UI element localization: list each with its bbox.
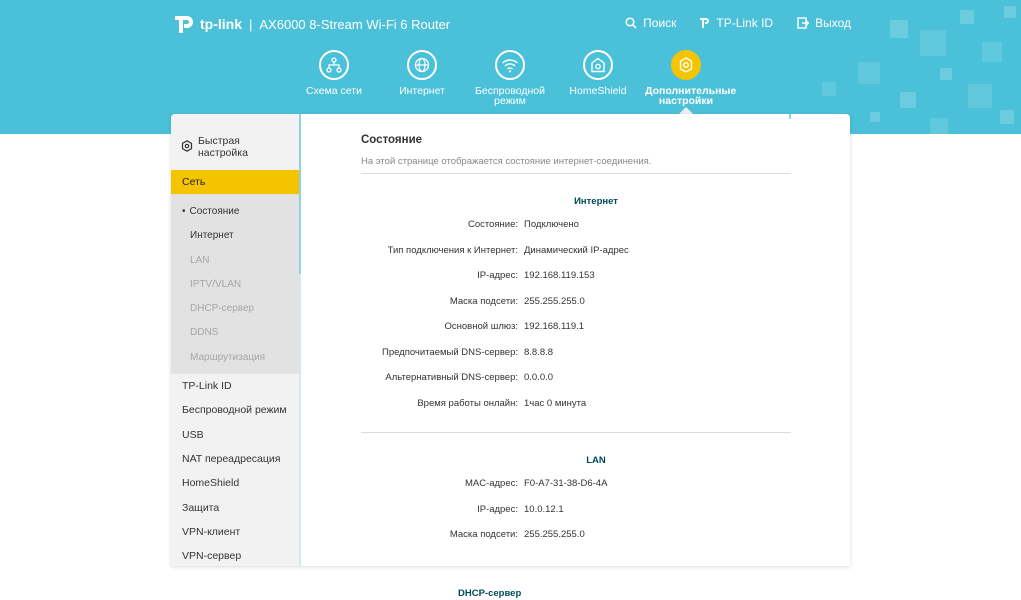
nav-internet[interactable]: Интернет <box>378 50 466 106</box>
sidebar-network-submenu: Состояние Интернет LAN IPTV/VLAN DHCP-се… <box>171 194 299 375</box>
info-value: 255.255.255.0 <box>524 529 585 540</box>
nav-internet-label: Интернет <box>399 85 445 97</box>
wifi-icon <box>495 50 525 80</box>
sidebar-item-security[interactable]: Защита <box>171 496 299 520</box>
search-button[interactable]: Поиск <box>625 16 676 30</box>
info-label: Время работы онлайн: <box>417 397 518 409</box>
page-description: На этой странице отображается состояние … <box>361 156 791 174</box>
info-row: Время работы онлайн: 1час 0 минута <box>361 391 791 417</box>
tplink-id-button[interactable]: TP-Link ID <box>700 16 773 30</box>
info-row: Маска подсети: 255.255.255.0 <box>361 289 791 315</box>
sidebar-item-vpn-client[interactable]: VPN-клиент <box>171 520 299 544</box>
info-row: Основной шлюз: 192.168.119.1 <box>361 314 791 340</box>
info-label: Предпочитаемый DNS-сервер: <box>381 346 518 358</box>
info-row: Маска подсети: 255.255.255.0 <box>361 522 791 548</box>
nav-wireless-label: Беспроводной режим <box>474 85 546 107</box>
main-nav: Схема сети Интернет Беспроводной режим H… <box>290 50 737 107</box>
nav-advanced[interactable]: Дополнительные настройки <box>642 50 737 107</box>
status-content: Состояние На этой странице отображается … <box>361 114 791 548</box>
section-divider <box>361 432 791 433</box>
sidebar-item-quick-setup[interactable]: Быстрая настройка <box>171 124 299 170</box>
internet-section-title: Интернет <box>574 196 618 207</box>
nav-network-map-label: Схема сети <box>306 85 362 97</box>
sidebar-subitem-status[interactable]: Состояние <box>171 200 299 224</box>
sidebar-item-wireless[interactable]: Беспроводной режим <box>171 398 299 422</box>
info-label: Состояние: <box>467 219 518 230</box>
info-value: 192.168.119.1 <box>524 321 585 332</box>
quick-setup-icon <box>181 139 193 155</box>
content-scrollbar-thumb[interactable] <box>789 114 791 119</box>
tplink-logo: tp-link | AX6000 8-Stream Wi-Fi 6 Router <box>172 12 450 36</box>
sidebar-item-network[interactable]: Сеть <box>171 170 299 194</box>
info-row: Состояние: Подключено <box>361 212 791 238</box>
logout-icon <box>797 17 810 29</box>
router-model: AX6000 8-Stream Wi-Fi 6 Router <box>259 16 451 32</box>
info-value: 0.0.0.0 <box>524 372 554 383</box>
logout-label: Выход <box>815 16 851 30</box>
tplink-id-label: TP-Link ID <box>716 16 774 30</box>
logout-button[interactable]: Выход <box>797 16 851 30</box>
internet-info-list: Состояние: Подключено Тип подключения к И… <box>361 212 791 416</box>
sidebar-item-vpn-server[interactable]: VPN-сервер <box>171 544 299 566</box>
tplink-logo-icon <box>172 12 196 36</box>
page-title: Состояние <box>361 134 423 146</box>
network-map-icon <box>319 50 349 80</box>
nav-network-map[interactable]: Схема сети <box>290 50 378 106</box>
info-value: 255.255.255.0 <box>524 295 585 307</box>
info-label: Маска подсети: <box>449 529 518 540</box>
nav-homeshield-label: HomeShield <box>569 85 627 97</box>
sidebar-subitem-internet[interactable]: Интернет <box>171 224 299 248</box>
nav-advanced-label: Дополнительные настройки <box>645 85 737 107</box>
info-label: IP-адрес: <box>477 503 518 515</box>
info-label: IP-адрес: <box>477 270 518 281</box>
sidebar-subitem-dhcp-server[interactable]: DHCP-сервер <box>171 297 299 321</box>
info-row: Предпочитаемый DNS-сервер: 8.8.8.8 <box>361 340 791 366</box>
sidebar-subitem-lan[interactable]: LAN <box>171 249 299 273</box>
brand-separator: | <box>249 16 253 32</box>
info-value: 10.0.12.1 <box>524 503 564 515</box>
brand-name: tp-link <box>200 16 242 32</box>
info-row: IP-адрес: 10.0.12.1 <box>361 497 791 523</box>
info-value: Подключено <box>524 219 579 230</box>
sidebar: Быстрая настройка Сеть Состояние Интерне… <box>171 114 299 566</box>
info-label: MAC-адрес: <box>464 478 518 489</box>
settings-panel: Быстрая настройка Сеть Состояние Интерне… <box>171 114 850 566</box>
info-row: Альтернативный DNS-сервер: 0.0.0.0 <box>361 365 791 391</box>
top-actions: Поиск TP-Link ID Выход <box>625 16 851 30</box>
advanced-gear-icon <box>671 50 701 80</box>
info-row: Тип подключения к Интернет: Динамический … <box>361 238 791 264</box>
nav-homeshield[interactable]: HomeShield <box>554 50 642 106</box>
info-label: Маска подсети: <box>449 295 518 307</box>
sidebar-scrollbar-thumb[interactable] <box>299 114 301 274</box>
info-row: MAC-адрес: F0-A7-31-38-D6-4A <box>361 471 791 497</box>
sidebar-subitem-routing[interactable]: Маршрутизация <box>171 346 299 370</box>
lan-section-title: LAN <box>586 455 606 466</box>
homeshield-icon <box>583 50 613 80</box>
sidebar-item-quick-setup-label: Быстрая настройка <box>198 135 248 159</box>
info-value: Динамический IP-адрес <box>524 244 629 256</box>
info-value: 1час 0 минута <box>524 397 587 409</box>
sidebar-item-nat-forwarding[interactable]: NAT переадресация <box>171 447 299 471</box>
info-label: Альтернативный DNS-сервер: <box>385 372 518 383</box>
search-icon <box>625 17 637 29</box>
sidebar-subitem-ddns[interactable]: DDNS <box>171 321 299 345</box>
info-value: 8.8.8.8 <box>524 346 554 358</box>
info-label: Основной шлюз: <box>444 321 518 332</box>
nav-wireless[interactable]: Беспроводной режим <box>466 50 554 106</box>
tplink-id-icon <box>700 17 710 29</box>
globe-icon <box>407 50 437 80</box>
sidebar-item-usb[interactable]: USB <box>171 423 299 447</box>
sidebar-item-tplink-id[interactable]: TP-Link ID <box>171 374 299 398</box>
sidebar-subitem-iptv-vlan[interactable]: IPTV/VLAN <box>171 273 299 297</box>
sidebar-item-homeshield[interactable]: HomeShield <box>171 471 299 495</box>
info-label: Тип подключения к Интернет: <box>387 244 518 256</box>
lan-info-list: MAC-адрес: F0-A7-31-38-D6-4A IP-адрес: 10.… <box>361 471 791 548</box>
dhcp-section-title: DHCP-сервер <box>458 588 522 599</box>
info-value: F0-A7-31-38-D6-4A <box>524 478 608 489</box>
info-value: 192.168.119.153 <box>524 270 595 281</box>
search-label: Поиск <box>643 16 677 30</box>
info-row: IP-адрес: 192.168.119.153 <box>361 263 791 289</box>
